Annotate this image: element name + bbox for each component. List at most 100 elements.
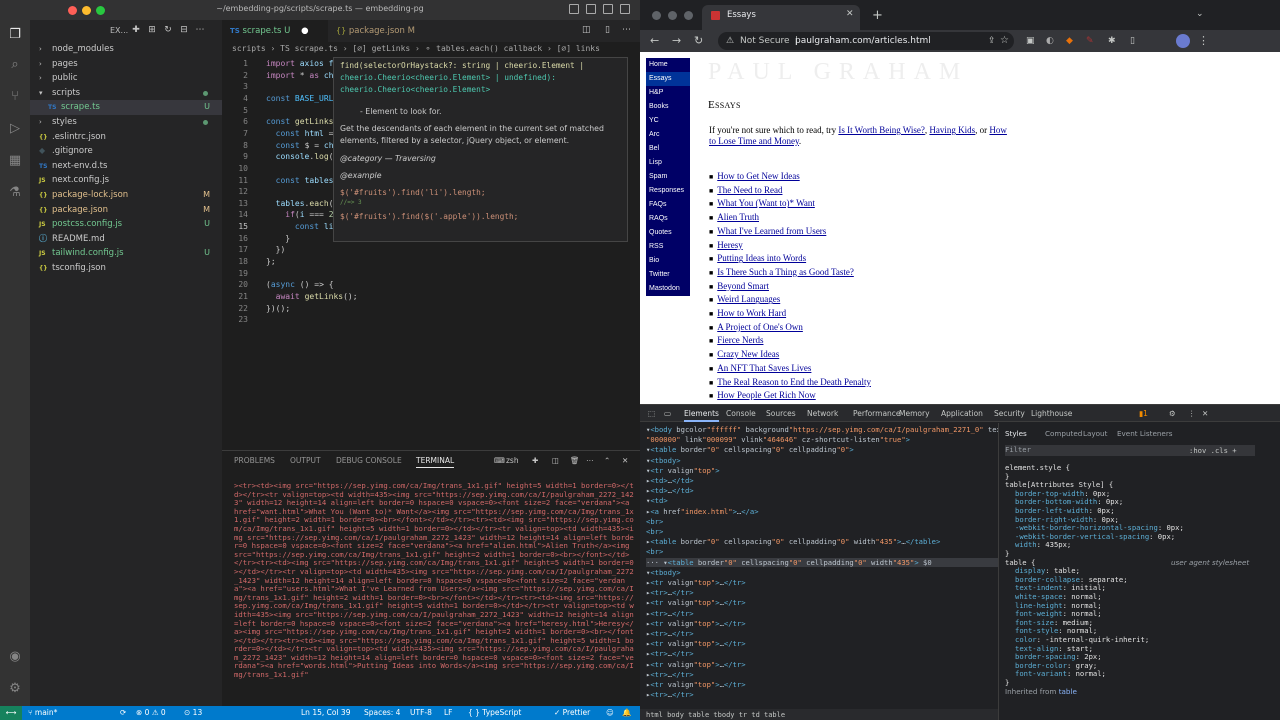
minimize-window-button[interactable]	[668, 11, 677, 20]
terminal-output[interactable]: ><tr><td><img src="https://sep.yimg.com/…	[234, 482, 634, 704]
reload-icon[interactable]: ↻	[694, 34, 703, 48]
nav-link-bio[interactable]: Bio	[646, 254, 690, 268]
essay-link[interactable]: Fierce Nerds	[717, 335, 763, 345]
customize-layout-icon[interactable]	[620, 4, 630, 14]
essay-link[interactable]: What You (Want to)* Want	[717, 198, 815, 208]
maximize-panel-icon[interactable]: ⌃	[604, 456, 610, 465]
panel-more-icon[interactable]: ⋯	[586, 456, 594, 465]
close-window-button[interactable]	[652, 11, 661, 20]
new-folder-icon[interactable]: ⊞	[147, 25, 157, 35]
account-icon[interactable]: ◉	[7, 649, 23, 665]
kill-terminal-icon[interactable]: 🗑	[570, 456, 580, 465]
code-line[interactable]: tables.each((	[266, 199, 339, 208]
dom-node[interactable]: ▸<tr valign"top">…</tr>	[646, 619, 746, 628]
new-tab-icon[interactable]: +	[872, 8, 883, 23]
dom-node[interactable]: ▸<tr valign"top">…</tr>	[646, 598, 746, 607]
tree-item-package-lock-json[interactable]: {} package-lock.json M	[30, 188, 222, 203]
devtools-close-icon[interactable]: ✕	[1202, 409, 1208, 418]
style-declaration[interactable]: font-variant: normal;	[1015, 669, 1106, 678]
tree-item-pages[interactable]: › pages	[30, 57, 222, 72]
testing-icon[interactable]: ⚗	[7, 185, 23, 201]
nav-link-essays[interactable]: Essays	[646, 72, 690, 86]
dom-node[interactable]: ▾<body bgcolor"ffffff" background"https:…	[646, 425, 998, 434]
cursor-position[interactable]: Ln 15, Col 39	[301, 706, 350, 720]
essay-link[interactable]: The Need to Read	[717, 185, 782, 195]
tree-item-scripts[interactable]: ▾ scripts	[30, 86, 222, 101]
styles-tab-event-listeners[interactable]: Event Listeners	[1117, 429, 1173, 438]
avatar[interactable]	[1176, 34, 1190, 48]
nav-link-rss[interactable]: RSS	[646, 240, 690, 254]
dom-tree[interactable]: ▾<body bgcolor"ffffff" background"https:…	[640, 423, 998, 709]
essay-link[interactable]: What I've Learned from Users	[717, 226, 826, 236]
code-line[interactable]: })	[266, 245, 286, 254]
dom-node[interactable]: ▸<tr valign"top">…</tr>	[646, 578, 746, 587]
collapse-all-icon[interactable]: ⊟	[179, 25, 189, 35]
address-bar[interactable]: ⚠ Not Secure | paulgraham.com/articles.h…	[718, 32, 1014, 50]
style-declaration[interactable]: width: 435px;	[1015, 540, 1071, 549]
toggle-panel-icon[interactable]	[586, 4, 596, 14]
close-panel-icon[interactable]: ✕	[622, 456, 628, 465]
remote-icon[interactable]: ⟷	[0, 706, 22, 720]
essay-link[interactable]: Crazy New Ideas	[717, 349, 779, 359]
split-editor-right-icon[interactable]: ▯	[605, 25, 610, 35]
nav-link-faqs[interactable]: FAQs	[646, 198, 690, 212]
tree-item-tailwind-config-js[interactable]: JS tailwind.config.js U	[30, 246, 222, 261]
terminal-shell-label[interactable]: zsh	[506, 456, 519, 465]
side-panel-icon[interactable]: ▯	[1130, 34, 1135, 48]
code-line[interactable]: (async () => {	[266, 280, 334, 289]
encoding-status[interactable]: UTF-8	[410, 706, 432, 720]
split-editor-icon[interactable]: ◫	[582, 25, 591, 35]
nav-link-h-p[interactable]: H&P	[646, 86, 690, 100]
code-line[interactable]: const html =	[266, 129, 338, 138]
tree-item-readme-md[interactable]: ⓘ README.md	[30, 232, 222, 247]
tree-item-next-env-d-ts[interactable]: TS next-env.d.ts	[30, 159, 222, 174]
dom-node[interactable]: ▸<tr valign"top">…</tr>	[646, 680, 746, 689]
tree-item-package-json[interactable]: {} package.json M	[30, 203, 222, 218]
nav-link-mastodon[interactable]: Mastodon	[646, 282, 690, 296]
devtools-more-icon[interactable]: ⋮	[1188, 409, 1196, 418]
devtools-tab-performance[interactable]: Performance	[853, 409, 901, 418]
tab-problems[interactable]: PROBLEMS	[234, 456, 275, 465]
code-line[interactable]: console.log(h	[266, 152, 339, 161]
nav-link-home[interactable]: Home	[646, 58, 690, 72]
tree-item--gitignore[interactable]: ◆ .gitignore	[30, 144, 222, 159]
styles-tab-layout[interactable]: Layout	[1083, 429, 1107, 438]
editor-more-icon[interactable]: ⋯	[622, 25, 631, 35]
dom-node[interactable]: ▸<tr>…</tr>	[646, 649, 694, 658]
dom-node[interactable]: <br>	[646, 547, 663, 556]
dom-node[interactable]: "000000" link"000099" vlink"464646" cz-s…	[646, 435, 910, 444]
dom-node[interactable]: ▾<tbody>	[646, 456, 681, 465]
tree-item-tsconfig-json[interactable]: {} tsconfig.json	[30, 261, 222, 276]
close-tab-icon[interactable]: ✕	[846, 9, 854, 19]
language-mode[interactable]: { } TypeScript	[468, 706, 521, 720]
essay-link[interactable]: How to Work Hard	[717, 308, 786, 318]
extensions-icon[interactable]: ▦	[7, 153, 23, 169]
dom-node[interactable]: ▾<table border"0" cellspacing"0" cellpad…	[646, 445, 854, 454]
bookmark-star-icon[interactable]: ☆	[1000, 34, 1009, 48]
extension-icon[interactable]: ◆	[1066, 34, 1073, 48]
close-window-button[interactable]	[68, 6, 77, 15]
dom-node[interactable]: ▾<tbody>	[646, 568, 681, 577]
back-icon[interactable]: ←	[650, 34, 659, 48]
notifications-bell-icon[interactable]: 🔔	[622, 706, 631, 720]
devtools-tab-lighthouse[interactable]: Lighthouse	[1031, 409, 1072, 418]
inspect-icon[interactable]: ⬚	[648, 409, 655, 418]
devtools-tab-application[interactable]: Application	[941, 409, 983, 418]
dom-node[interactable]: ▸<tr valign"top">…</tr>	[646, 639, 746, 648]
explorer-icon[interactable]: ❐	[7, 27, 23, 43]
devtools-tab-memory[interactable]: Memory	[899, 409, 930, 418]
sync-icon[interactable]: ⟳	[120, 706, 126, 720]
tree-item-next-config-js[interactable]: JS next.config.js	[30, 173, 222, 188]
essay-link[interactable]: The Real Reason to End the Death Penalty	[717, 377, 871, 387]
chrome-menu-icon[interactable]: ⋮	[1198, 34, 1209, 48]
split-terminal-icon[interactable]: ◫	[552, 456, 559, 465]
breadcrumb[interactable]: scripts › TS scrape.ts › [∅] getLinks › …	[222, 42, 640, 56]
share-icon[interactable]: ⇪	[988, 34, 996, 48]
essay-link[interactable]: An NFT That Saves Lives	[717, 363, 811, 373]
chevron-right-icon[interactable]: ›	[39, 42, 49, 57]
code-line[interactable]: };	[266, 257, 276, 266]
code-line[interactable]: if(i === 2){	[266, 210, 343, 219]
chevron-right-icon[interactable]: ›	[39, 57, 49, 72]
unsaved-dot-icon[interactable]: ●	[301, 26, 308, 36]
nav-link-twitter[interactable]: Twitter	[646, 268, 690, 282]
